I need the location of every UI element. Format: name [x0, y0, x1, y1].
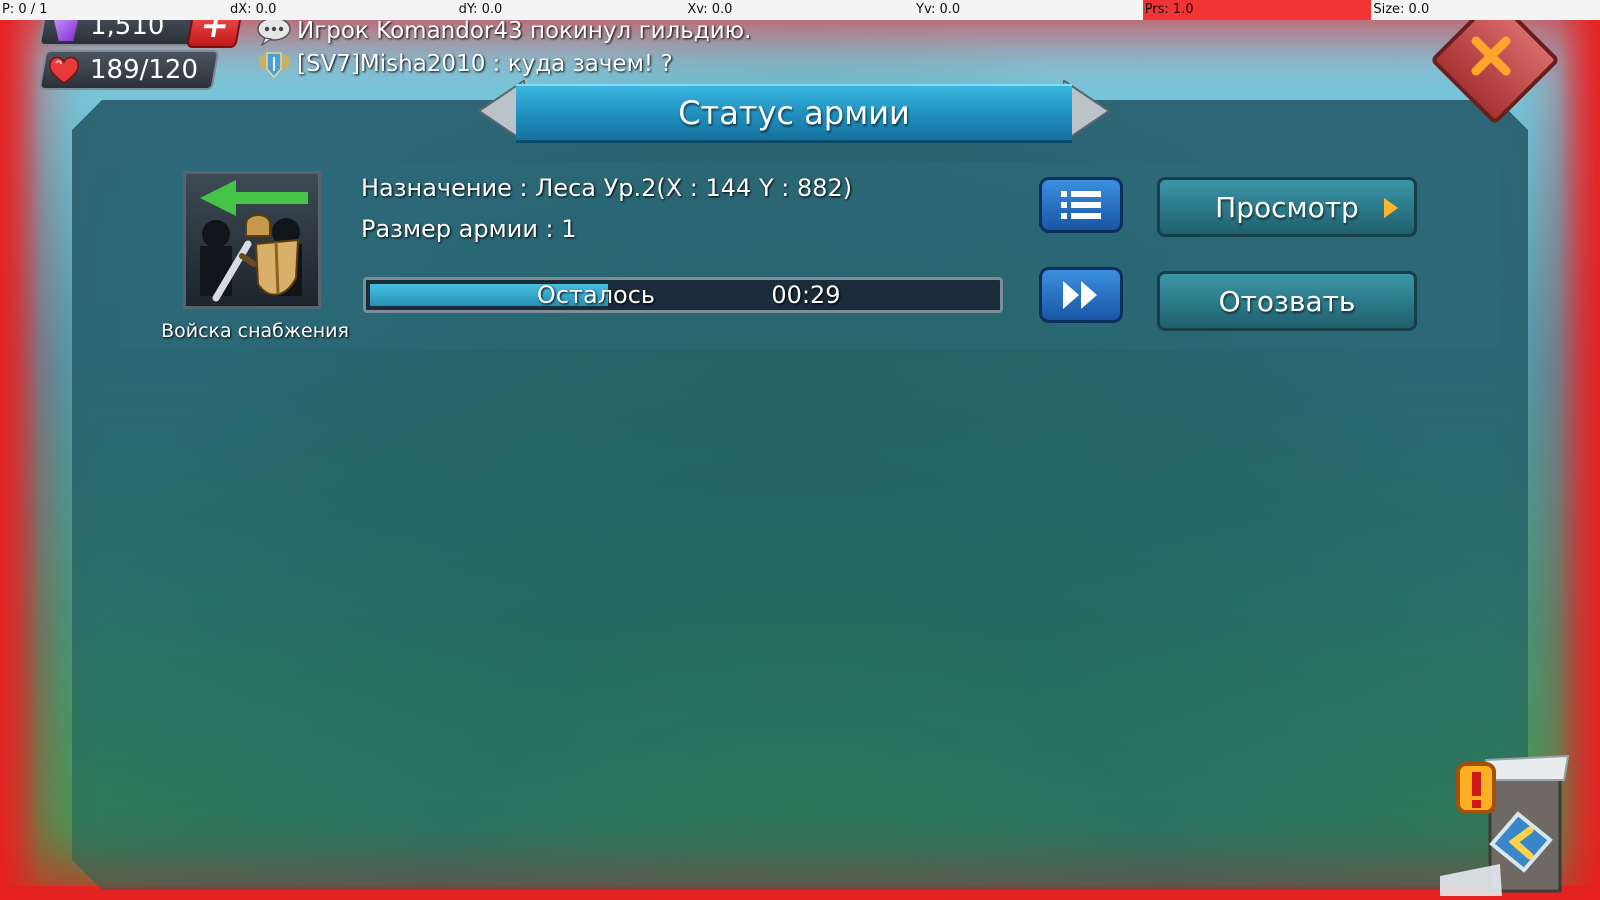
march-progress-bar: Осталось 00:29 [363, 277, 1003, 313]
castle-alert-icon[interactable] [1440, 746, 1590, 896]
chat-line-guild: [SV7]Misha2010 : куда зачем! ? [255, 47, 751, 80]
troop-type-label: Войска снабжения [161, 320, 349, 342]
army-destination: Назначение : Леса Ур.2(X : 144 Y : 882) [361, 174, 853, 202]
debug-dx: dX: 0.0 [230, 2, 277, 17]
alert-vignette-left [0, 0, 40, 900]
progress-remaining-label: Осталось [536, 281, 656, 309]
fast-forward-icon [1063, 281, 1097, 309]
progress-time-left: 00:29 [771, 281, 841, 309]
stamina-value: 189/120 [90, 55, 199, 85]
speech-bubble-icon [257, 16, 291, 46]
recall-button[interactable]: Отозвать [1157, 271, 1417, 331]
debug-pointer-count: P: 0 / 1 [2, 2, 48, 17]
army-size: Размер армии : 1 [361, 215, 577, 243]
army-details-button[interactable] [1039, 177, 1123, 233]
play-arrow-icon [1384, 198, 1398, 218]
dialog-title: Статус армии [516, 84, 1072, 143]
close-icon [1449, 14, 1533, 98]
debug-yv: Yv: 0.0 [916, 2, 961, 17]
view-button[interactable]: Просмотр [1157, 177, 1417, 237]
debug-pointer-bar: P: 0 / 1 dX: 0.0 dY: 0.0 Xv: 0.0 Yv: 0.0… [0, 0, 1600, 20]
chat-message-2: [SV7]Misha2010 : куда зачем! ? [297, 50, 673, 77]
view-button-label: Просмотр [1215, 190, 1359, 224]
supply-troops-icon [200, 180, 308, 302]
supply-troops-portrait [183, 171, 321, 309]
chat-ticker[interactable]: Игрок Komandor43 покинул гильдию. [SV7]M… [255, 14, 751, 80]
list-icon [1061, 191, 1101, 219]
debug-size: Size: 0.0 [1373, 2, 1430, 17]
debug-dy: dY: 0.0 [458, 2, 503, 17]
heart-icon [49, 56, 79, 84]
recall-button-label: Отозвать [1218, 284, 1356, 318]
stamina-counter: 189/120 [38, 50, 220, 90]
debug-pressure: Prs: 1.0 [1142, 0, 1372, 20]
debug-xv: Xv: 0.0 [687, 2, 733, 17]
speed-up-button[interactable] [1039, 267, 1123, 323]
guild-shield-icon [259, 51, 289, 78]
chat-message-1: Игрок Komandor43 покинул гильдию. [297, 17, 752, 44]
